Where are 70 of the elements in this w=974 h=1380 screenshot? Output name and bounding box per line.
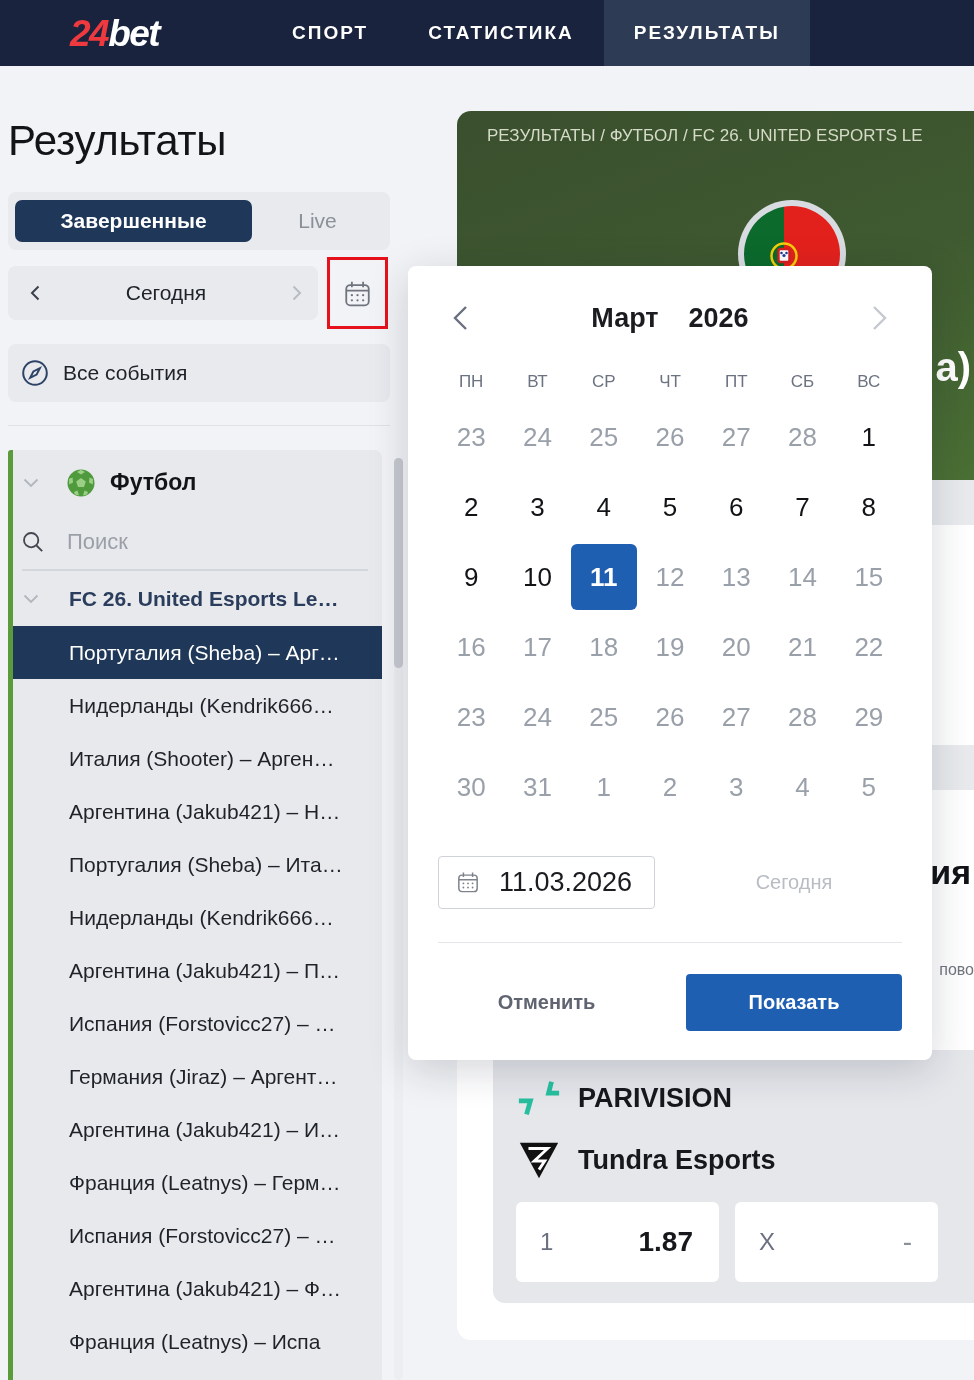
match-item[interactable]: Аргентина (Jakub421) – П… bbox=[13, 944, 382, 997]
weekday-label: СБ bbox=[789, 371, 816, 393]
match-item[interactable]: Франция (Leatnys) – Испа bbox=[13, 1315, 382, 1368]
chevron-down-icon bbox=[23, 477, 39, 488]
calendar-icon bbox=[457, 871, 479, 893]
league-toggle[interactable]: FC 26. United Esports Le… bbox=[13, 571, 382, 626]
scrollbar-thumb[interactable] bbox=[394, 458, 403, 668]
calendar-day[interactable]: 2 bbox=[438, 474, 505, 540]
logo[interactable]: 24bet bbox=[70, 14, 182, 52]
team-name: PARIVISION bbox=[578, 1082, 733, 1114]
match-item[interactable]: Германия (Jiraz) – Аргент… bbox=[13, 1050, 382, 1103]
match-item[interactable]: Нидерланды (Kendrik666… bbox=[13, 679, 382, 732]
calendar-button[interactable] bbox=[327, 257, 388, 329]
sport-toggle[interactable]: Футбол bbox=[13, 450, 382, 515]
date-input-field[interactable]: 11.03.2026 bbox=[438, 856, 655, 909]
match-item[interactable]: Испания (Forstovicc27) – … bbox=[13, 1209, 382, 1262]
chevron-right-icon bbox=[872, 305, 888, 331]
month-label[interactable]: Март bbox=[591, 302, 659, 334]
match-item[interactable]: Португалия (Sheba) – Арг… bbox=[13, 626, 382, 679]
chevron-down-icon bbox=[23, 593, 39, 604]
weekday-label: ВТ bbox=[526, 371, 549, 393]
nav-tab[interactable]: СТАТИСТИКА bbox=[398, 0, 604, 66]
nav-tab[interactable]: СПОРТ bbox=[262, 0, 399, 66]
team-name: Tundra Esports bbox=[578, 1144, 776, 1176]
match-item[interactable]: Португалия (Sheba) – Ита… bbox=[13, 838, 382, 891]
calendar-icon bbox=[344, 279, 371, 307]
year-label[interactable]: 2026 bbox=[688, 302, 749, 334]
chevron-left-icon bbox=[30, 285, 40, 301]
chevron-right-icon bbox=[292, 285, 302, 301]
weekday-label: ЧТ bbox=[658, 371, 682, 393]
calendar-day[interactable]: 11 bbox=[570, 544, 637, 610]
match-title: а) bbox=[935, 345, 971, 389]
weekday-label: ВС bbox=[856, 371, 882, 393]
page-title: Результаты bbox=[8, 116, 228, 166]
filter-tab[interactable]: Завершенные bbox=[15, 200, 252, 242]
match-item[interactable]: Нидерланды (Kendrik666… bbox=[13, 891, 382, 944]
calendar-day[interactable]: 8 bbox=[835, 474, 902, 540]
scrollbar-track[interactable] bbox=[394, 458, 403, 1380]
search-icon bbox=[22, 531, 44, 553]
all-events-button[interactable]: Все события bbox=[8, 344, 390, 402]
chevron-left-icon bbox=[452, 305, 468, 331]
calendar-day[interactable]: 9 bbox=[438, 544, 505, 610]
previous-month-button[interactable] bbox=[452, 305, 468, 331]
match-item[interactable]: Аргентина (Jakub421) – И… bbox=[13, 1103, 382, 1156]
section-note: пово bbox=[939, 960, 974, 980]
search-field[interactable]: Поиск bbox=[22, 515, 368, 571]
match-item[interactable]: Испания (Forstovicc27) – … bbox=[13, 997, 382, 1050]
weekday-label: СР bbox=[590, 371, 617, 393]
match-item[interactable]: Аргентина (Jakub421) – Н… bbox=[13, 785, 382, 838]
football-icon bbox=[67, 468, 95, 497]
calendar-day[interactable]: 7 bbox=[769, 474, 836, 540]
date-label: Сегодня bbox=[124, 281, 208, 305]
weekday-label: ПТ bbox=[723, 371, 749, 393]
cancel-button[interactable]: Отменить bbox=[487, 983, 606, 1022]
odds-button[interactable]: 1 1.87 bbox=[516, 1202, 719, 1282]
calendar-day[interactable]: 5 bbox=[637, 474, 703, 540]
weekday-label: ПН bbox=[457, 371, 485, 393]
match-item[interactable]: Италия (Shooter) – Арген… bbox=[13, 732, 382, 785]
compass-icon bbox=[22, 360, 48, 386]
show-button[interactable]: Показать bbox=[686, 974, 902, 1031]
calendar-day[interactable]: 6 bbox=[703, 474, 770, 540]
nav-tab[interactable]: РЕЗУЛЬТАТЫ bbox=[603, 0, 810, 66]
section-title: ия bbox=[930, 852, 971, 893]
calendar-day[interactable]: 3 bbox=[504, 474, 571, 540]
breadcrumb[interactable]: РЕЗУЛЬТАТЫ / ФУТБОЛ / FC 26. UNITED ESPORTS LE bbox=[487, 126, 923, 145]
calendar-day[interactable]: 1 bbox=[835, 404, 902, 470]
match-item[interactable]: Аргентина (Jakub421) – Ф… bbox=[13, 1262, 382, 1315]
match-item[interactable]: Франция (Leatnys) – Герм… bbox=[13, 1156, 382, 1209]
calendar-day[interactable]: 10 bbox=[504, 544, 571, 610]
calendar-day[interactable]: 4 bbox=[570, 474, 637, 540]
